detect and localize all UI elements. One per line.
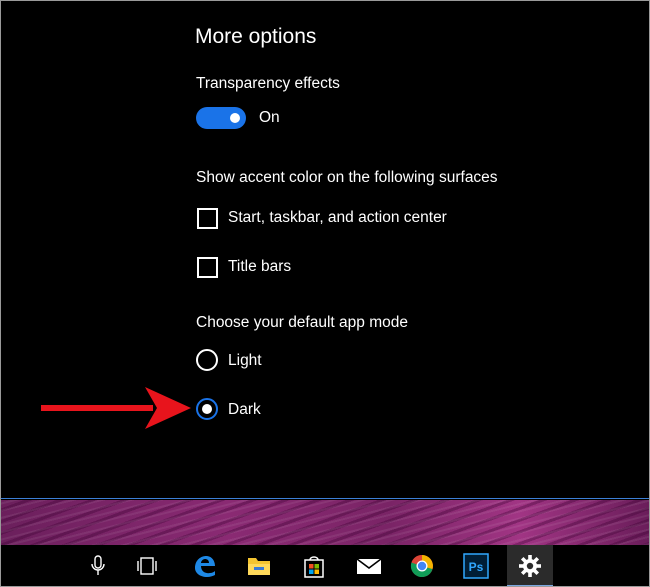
accent-surfaces-label: Show accent color on the following surfa… (196, 169, 498, 186)
photoshop-icon-text: Ps (469, 560, 484, 574)
taskbar-photoshop[interactable]: Ps (453, 545, 499, 586)
radio-selected-dot (202, 404, 212, 414)
desktop-wallpaper (1, 500, 649, 545)
mail-icon (356, 558, 382, 574)
title-bars-checkbox[interactable] (197, 257, 218, 278)
settings-gear-icon (519, 555, 541, 577)
transparency-state: On (259, 109, 280, 126)
screenshot-frame: More options Transparency effects On Sho… (0, 0, 650, 587)
taskbar-edge[interactable] (181, 545, 227, 586)
light-radio[interactable] (196, 349, 218, 371)
toggle-knob (230, 113, 240, 123)
transparency-toggle[interactable] (196, 107, 246, 129)
task-view-icon (137, 557, 157, 575)
start-taskbar-checkbox[interactable] (197, 208, 218, 229)
settings-panel: More options Transparency effects On Sho… (1, 1, 649, 499)
light-label: Light (228, 352, 262, 369)
taskbar-mail[interactable] (346, 545, 392, 586)
transparency-label: Transparency effects (196, 75, 340, 92)
start-taskbar-label: Start, taskbar, and action center (228, 209, 447, 226)
taskbar-settings[interactable] (507, 545, 553, 586)
microphone-icon (91, 555, 105, 575)
edge-icon (195, 556, 215, 577)
dark-label: Dark (228, 401, 261, 418)
annotation-arrow-icon (41, 387, 191, 429)
taskbar-task-view[interactable] (124, 545, 170, 586)
taskbar-file-explorer[interactable] (236, 545, 282, 586)
dark-radio[interactable] (196, 398, 218, 420)
taskbar-cortana-mic[interactable] (75, 545, 121, 586)
taskbar: Ps (1, 545, 649, 586)
title-bars-label: Title bars (228, 258, 292, 275)
taskbar-chrome[interactable] (399, 545, 445, 586)
file-explorer-icon (248, 558, 270, 575)
section-title: More options (195, 25, 317, 48)
taskbar-store[interactable] (291, 545, 337, 586)
store-icon (304, 556, 324, 578)
chrome-icon (410, 554, 433, 578)
photoshop-icon: Ps (463, 553, 489, 579)
app-mode-label: Choose your default app mode (196, 314, 408, 331)
